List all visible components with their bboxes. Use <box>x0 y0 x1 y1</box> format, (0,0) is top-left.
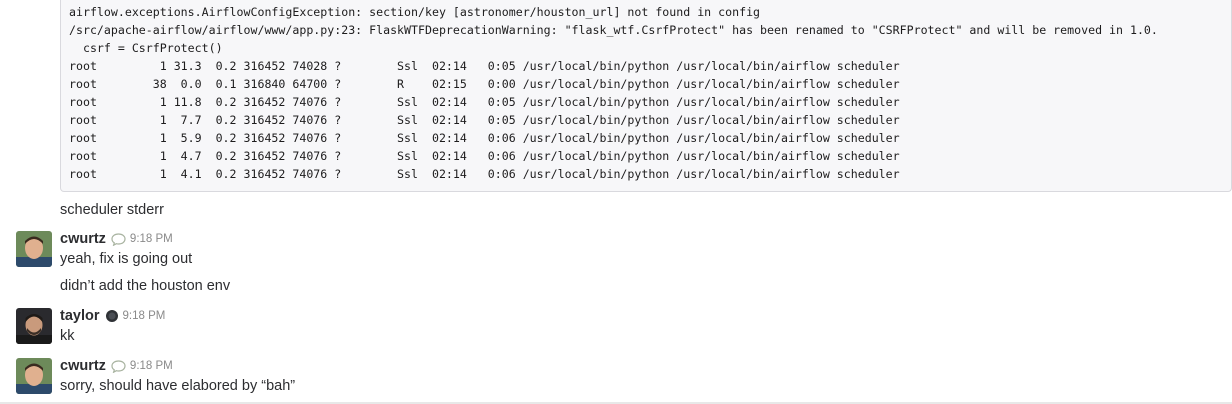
author-name[interactable]: cwurtz <box>60 231 106 247</box>
message-text: kk <box>60 328 75 344</box>
message-timestamp[interactable]: 9:18 PM <box>123 310 166 322</box>
code-line: root 1 31.3 0.2 316452 74028 ? Ssl 02:14… <box>69 59 900 73</box>
user-avatar[interactable] <box>16 231 52 267</box>
speech-bubble-icon <box>111 359 126 373</box>
message-text: sorry, should have elabored by “bah” <box>60 378 296 394</box>
code-line: airflow.exceptions.AirflowConfigExceptio… <box>69 5 761 19</box>
message-text: yeah, fix is going out <box>60 251 193 267</box>
author-name[interactable]: cwurtz <box>60 358 106 374</box>
message-text: scheduler stderr <box>60 202 164 218</box>
message-header: taylor 9:18 PM <box>60 307 165 325</box>
code-line: csrf = CsrfProtect() <box>69 41 223 55</box>
message-header: cwurtz 9:18 PM <box>60 230 173 248</box>
user-avatar[interactable] <box>16 308 52 344</box>
code-line: root 38 0.0 0.1 316840 64700 ? R 02:15 0… <box>69 77 900 91</box>
code-snippet: airflow.exceptions.AirflowConfigExceptio… <box>60 0 1232 192</box>
speech-bubble-icon <box>111 232 126 246</box>
message-text: didn’t add the houston env <box>60 278 231 294</box>
code-line: root 1 11.8 0.2 316452 74076 ? Ssl 02:14… <box>69 95 900 109</box>
code-line: root 1 4.1 0.2 316452 74076 ? Ssl 02:14 … <box>69 167 900 181</box>
dark-circle-icon <box>105 309 119 323</box>
code-line: root 1 5.9 0.2 316452 74076 ? Ssl 02:14 … <box>69 131 900 145</box>
code-line: /src/apache-airflow/airflow/www/app.py:2… <box>69 23 1158 37</box>
author-name[interactable]: taylor <box>60 308 100 324</box>
user-avatar[interactable] <box>16 358 52 394</box>
message-timestamp[interactable]: 9:18 PM <box>130 233 173 245</box>
message-timestamp[interactable]: 9:18 PM <box>130 360 173 372</box>
code-line: root 1 4.7 0.2 316452 74076 ? Ssl 02:14 … <box>69 149 900 163</box>
message-header: cwurtz 9:18 PM <box>60 357 173 375</box>
code-line: root 1 7.7 0.2 316452 74076 ? Ssl 02:14 … <box>69 113 900 127</box>
